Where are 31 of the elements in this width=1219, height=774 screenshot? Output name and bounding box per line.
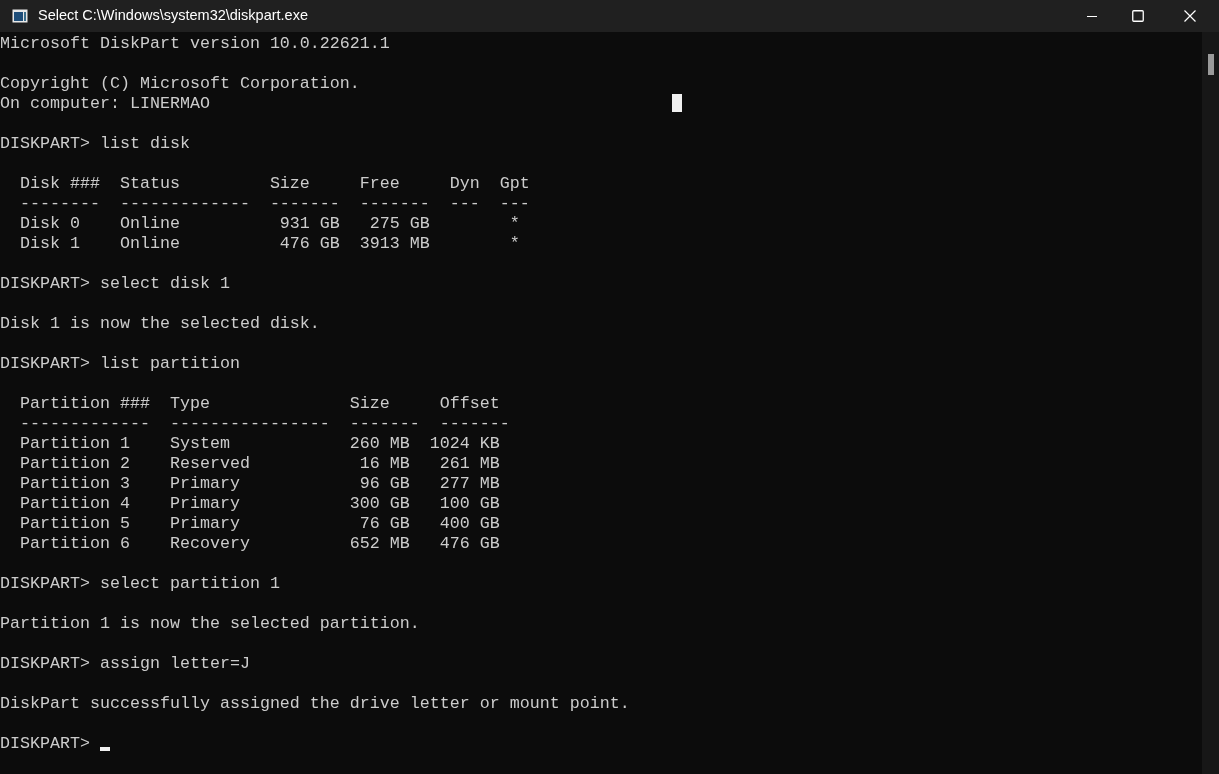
console-line: Partition ### Type Size Offset [19,394,500,414]
window-title: Select C:\Windows\system32\diskpart.exe [38,6,308,26]
console-line: Disk ### Status Size Free Dyn Gpt [19,174,530,194]
scrollbar-thumb[interactable] [1207,54,1214,75]
console-line: ------------- ---------------- ------- ------- [19,414,510,434]
close-icon [1184,10,1196,22]
maximize-icon [1132,10,1144,22]
minimize-icon [1087,15,1097,17]
console-line: Disk 1 Online 476 GB 3913 MB * [19,234,520,254]
scrollbar[interactable] [1202,32,1219,774]
console-line: Partition 2 Reserved 16 MB 261 MB [19,454,500,474]
console-line: Disk 0 Online 931 GB 275 GB * [19,214,520,234]
console-line: Microsoft DiskPart version 10.0.22621.1 [0,34,390,54]
console-prompt: DISKPART> [0,734,90,754]
console-line: Partition 1 System 260 MB 1024 KB [19,434,500,454]
console-line: Partition 5 Primary 76 GB 400 GB [19,514,500,534]
console-line: Partition 6 Recovery 652 MB 476 GB [19,534,500,554]
console-line: DISKPART> select partition 1 [0,574,280,594]
console-line: DISKPART> assign letter=J [0,654,250,674]
console-app-icon [12,9,28,23]
console-line: DISKPART> list disk [0,134,190,154]
console-line: Partition 4 Primary 300 GB 100 GB [19,494,500,514]
console-line: DISKPART> select disk 1 [0,274,230,294]
console-line: Disk 1 is now the selected disk. [0,314,320,334]
console-line: -------- ------------- ------- ------- --- --- [19,194,530,214]
console-line: On computer: LINERMAO [0,94,210,114]
console-line: DiskPart successfully assigned the drive letter or mount point. [0,694,630,714]
console-line: DISKPART> list partition [0,354,240,374]
console-line: Copyright (C) Microsoft Corporation. [0,74,360,94]
console-line: Partition 1 is now the selected partition. [0,614,420,634]
console-line: Partition 3 Primary 96 GB 277 MB [19,474,500,494]
